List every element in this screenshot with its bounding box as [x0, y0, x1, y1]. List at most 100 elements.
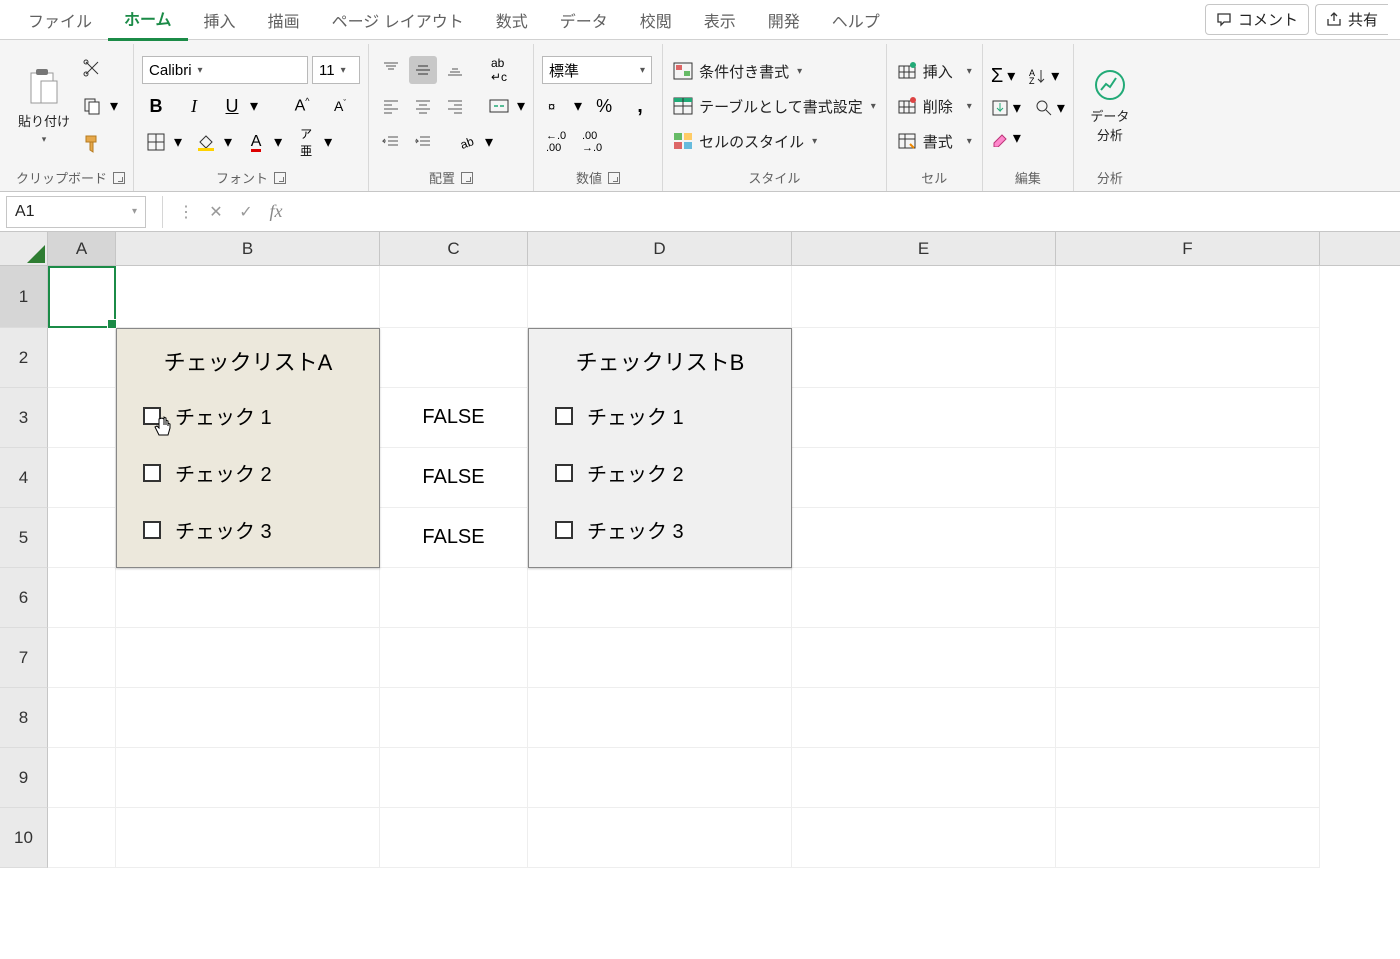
cell-D8[interactable] [528, 688, 792, 748]
col-header-C[interactable]: C [380, 232, 528, 265]
checkbox-A-2[interactable] [143, 464, 161, 482]
checkbox-B-2[interactable] [555, 464, 573, 482]
row-header-5[interactable]: 5 [0, 508, 48, 568]
cell-A2[interactable] [48, 328, 116, 388]
cell-D7[interactable] [528, 628, 792, 688]
cell-A5[interactable] [48, 508, 116, 568]
cell-C6[interactable] [380, 568, 528, 628]
row-header-6[interactable]: 6 [0, 568, 48, 628]
checkbox-A-1[interactable] [143, 407, 161, 425]
enter-button[interactable]: ✓ [231, 197, 261, 227]
cell-C4[interactable]: FALSE [380, 448, 528, 508]
tab-view[interactable]: 表示 [688, 0, 752, 40]
italic-button[interactable]: I [180, 92, 208, 120]
cell-D10[interactable] [528, 808, 792, 868]
percent-button[interactable]: % [590, 92, 618, 120]
cell-C2[interactable] [380, 328, 528, 388]
cell-D9[interactable] [528, 748, 792, 808]
orientation-button[interactable]: ab [453, 128, 481, 156]
cell-B6[interactable] [116, 568, 380, 628]
row-header-10[interactable]: 10 [0, 808, 48, 868]
sort-filter-button[interactable]: ▾ [1051, 66, 1059, 86]
tab-formulas[interactable]: 数式 [480, 0, 544, 40]
cell-E5[interactable] [792, 508, 1056, 568]
row-header-3[interactable]: 3 [0, 388, 48, 448]
cell-B8[interactable] [116, 688, 380, 748]
font-name-combo[interactable]: Calibri▾ [142, 56, 308, 84]
formula-input[interactable] [291, 196, 1400, 228]
number-format-combo[interactable]: 標準▾ [542, 56, 652, 84]
cell-C8[interactable] [380, 688, 528, 748]
align-middle-button[interactable] [409, 56, 437, 84]
launcher-icon[interactable] [461, 172, 473, 184]
cell-F4[interactable] [1056, 448, 1320, 508]
conditional-format-button[interactable]: 条件付き書式▾ [671, 59, 878, 84]
cell-E3[interactable] [792, 388, 1056, 448]
cut-button[interactable] [78, 54, 106, 82]
cell-E4[interactable] [792, 448, 1056, 508]
format-cells-button[interactable]: 書式▾ [895, 129, 974, 154]
decrease-indent-button[interactable] [377, 128, 405, 156]
cell-A10[interactable] [48, 808, 116, 868]
col-header-A[interactable]: A [48, 232, 116, 265]
col-header-D[interactable]: D [528, 232, 792, 265]
insert-cells-button[interactable]: 挿入▾ [895, 59, 974, 84]
tab-file[interactable]: ファイル [12, 0, 108, 40]
cell-D6[interactable] [528, 568, 792, 628]
autosum-button[interactable]: ▾ [1007, 66, 1015, 86]
launcher-icon[interactable] [113, 172, 125, 184]
cell-E2[interactable] [792, 328, 1056, 388]
chevron-down-icon[interactable]: ▾ [485, 132, 493, 152]
bold-button[interactable]: B [142, 92, 170, 120]
chevron-down-icon[interactable]: ▾ [324, 132, 332, 152]
cell-F2[interactable] [1056, 328, 1320, 388]
decrease-font-button[interactable]: Aˇ [326, 92, 354, 120]
accounting-button[interactable]: ¤ [542, 92, 570, 120]
chevron-down-icon[interactable]: ▾ [517, 96, 525, 116]
cell-A3[interactable] [48, 388, 116, 448]
more-button[interactable]: ⋮ [171, 197, 201, 227]
cell-E9[interactable] [792, 748, 1056, 808]
wrap-text-button[interactable]: ab↵c [485, 56, 513, 84]
cell-C3[interactable]: FALSE [380, 388, 528, 448]
cell-E7[interactable] [792, 628, 1056, 688]
chevron-down-icon[interactable]: ▾ [110, 96, 118, 116]
chevron-down-icon[interactable]: ▾ [274, 132, 282, 152]
comma-button[interactable]: , [626, 92, 654, 120]
name-box[interactable]: A1▾ [6, 196, 146, 228]
checkbox-A-3[interactable] [143, 521, 161, 539]
table-format-button[interactable]: テーブルとして書式設定▾ [671, 94, 878, 119]
tab-insert[interactable]: 挿入 [188, 0, 252, 40]
chevron-down-icon[interactable]: ▾ [224, 132, 232, 152]
tab-draw[interactable]: 描画 [252, 0, 316, 40]
format-painter-button[interactable] [78, 130, 106, 158]
cell-C7[interactable] [380, 628, 528, 688]
merge-button[interactable] [485, 92, 513, 120]
row-header-4[interactable]: 4 [0, 448, 48, 508]
row-header-2[interactable]: 2 [0, 328, 48, 388]
cell-F7[interactable] [1056, 628, 1320, 688]
cell-C5[interactable]: FALSE [380, 508, 528, 568]
tab-data[interactable]: データ [544, 0, 624, 40]
row-header-1[interactable]: 1 [0, 266, 48, 328]
cell-B10[interactable] [116, 808, 380, 868]
cell-A6[interactable] [48, 568, 116, 628]
row-header-9[interactable]: 9 [0, 748, 48, 808]
comments-button[interactable]: コメント [1205, 4, 1309, 35]
align-bottom-button[interactable] [441, 56, 469, 84]
cell-F8[interactable] [1056, 688, 1320, 748]
underline-button[interactable]: U [218, 92, 246, 120]
col-header-B[interactable]: B [116, 232, 380, 265]
checkbox-B-3[interactable] [555, 521, 573, 539]
checkbox-B-1[interactable] [555, 407, 573, 425]
tab-help[interactable]: ヘルプ [816, 0, 896, 40]
font-color-button[interactable]: A [242, 128, 270, 156]
align-right-button[interactable] [441, 92, 469, 120]
cell-A7[interactable] [48, 628, 116, 688]
delete-cells-button[interactable]: 削除▾ [895, 94, 974, 119]
cell-E1[interactable] [792, 266, 1056, 328]
cell-A4[interactable] [48, 448, 116, 508]
decrease-decimal-button[interactable]: .00→.0 [578, 128, 606, 156]
paste-button[interactable]: 貼り付け ▾ [16, 67, 72, 145]
col-header-E[interactable]: E [792, 232, 1056, 265]
